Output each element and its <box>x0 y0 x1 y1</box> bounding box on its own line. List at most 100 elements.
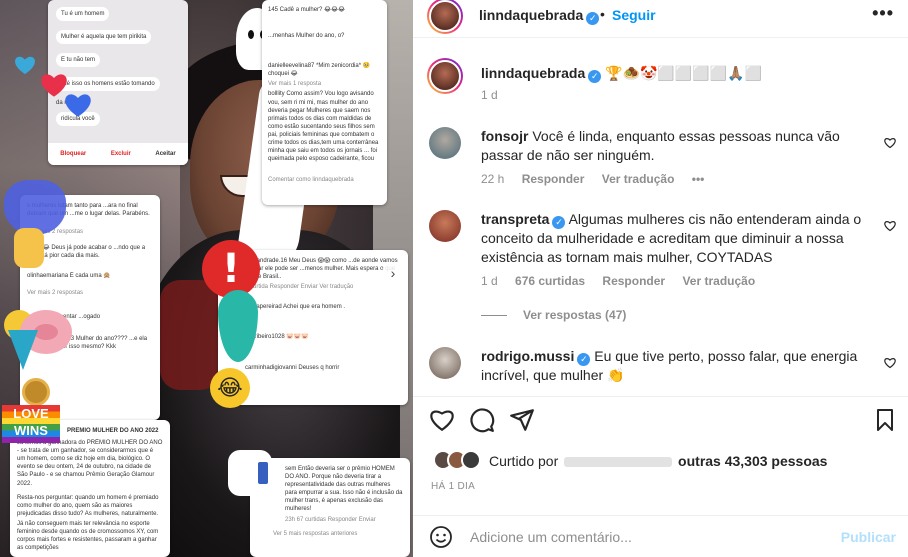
verified-icon: ✓ <box>588 70 602 83</box>
comment-text-row: transpreta ✓ Algumas mulheres cis não ent… <box>481 210 881 267</box>
translate-button[interactable]: Ver tradução <box>682 274 755 288</box>
chat-request-buttons: Bloquear Excluir Aceitar <box>48 143 188 165</box>
comment-text: Você é linda, enquanto essas pessoas nun… <box>481 128 840 163</box>
caption-username-text[interactable]: linndaquebrada <box>481 65 585 81</box>
actions-divider <box>413 396 908 397</box>
post-image[interactable]: Tu é um homem Mulher é aquela que tem pi… <box>0 0 413 557</box>
thumbs-sticker <box>228 450 272 496</box>
commenter-username[interactable]: transpreta <box>481 211 549 227</box>
author-username[interactable]: linndaquebrada ✓ <box>479 7 600 25</box>
header-separator: • <box>600 6 605 22</box>
block-label: Bloquear <box>60 150 87 157</box>
commenter-avatar[interactable] <box>429 210 461 242</box>
publish-button[interactable]: Publicar <box>841 529 896 545</box>
avatar-image <box>429 60 461 92</box>
card-line: carminhadigiovanni Deuses q horrir <box>245 364 340 371</box>
teal-heart-sticker <box>15 56 35 75</box>
comment-time[interactable]: 22 h <box>481 172 504 186</box>
liked-by-avatars <box>433 450 487 472</box>
card-line: 23h 67 curtidas Responder Enviar <box>285 516 376 523</box>
replies-line <box>481 315 507 317</box>
follow-button[interactable]: Seguir <box>612 7 656 23</box>
caption-avatar[interactable] <box>427 58 463 94</box>
blue-hearts-sticker <box>4 180 66 235</box>
screenshot-comments-card: 145 Cadê a mulher? 😂😂😂 ...menhas Mulher … <box>262 0 387 205</box>
liked-by-hidden-name[interactable] <box>564 457 673 467</box>
comment-text-row: fonsojr Você é linda, enquanto essas pes… <box>481 127 881 165</box>
chat-line: Tu é um homem <box>56 7 110 22</box>
view-replies-button[interactable]: Ver respostas (47) <box>481 308 626 322</box>
laugh-emoji-sticker: 😂 <box>210 368 250 408</box>
card-line: ...menhas Mulher do ano, o? <box>268 33 345 40</box>
card-line: bolllity Como assim? Vou logo avisando v… <box>268 91 379 163</box>
screenshot-comments-card: sem Então deveria ser o prêmio HOMEM DO … <box>250 458 410 557</box>
comment-meta: 1 d 676 curtidas Responder Ver tradução <box>481 274 769 288</box>
liked-by-prefix: Curtido por <box>489 453 559 469</box>
liked-by-count[interactable]: outras 43,303 pessoas <box>678 453 827 469</box>
chat-line: Até isso os homens estão tomando <box>56 76 160 91</box>
author-username-text[interactable]: linndaquebrada <box>479 7 583 23</box>
commenter-avatar[interactable] <box>429 127 461 159</box>
card-line: olinhaemariana É cada uma 🙊 <box>27 273 111 280</box>
verified-icon: ✓ <box>577 353 591 366</box>
love-wins-line: WINS <box>14 423 48 438</box>
like-comment-icon[interactable] <box>884 357 896 369</box>
liker-avatar <box>461 450 481 470</box>
commenter-username[interactable]: rodrigo.mussi <box>481 348 574 364</box>
caption-meta: 1 d <box>481 88 512 102</box>
article-paragraph: Já não conseguem mais ter relevância no … <box>17 520 159 552</box>
caption-text-row: linndaquebrada ✓ 🏆🧆🤡⬜⬜⬜⬜🙏🏽⬜ <box>481 64 881 83</box>
share-icon[interactable] <box>509 407 535 433</box>
avatar-image <box>429 0 461 32</box>
blue-heart-sticker <box>65 94 91 117</box>
photo-red-accent <box>160 280 220 390</box>
card-line: Comentar como linndaquebrada <box>268 177 354 184</box>
like-comment-icon[interactable] <box>884 220 896 232</box>
caption-text: 🏆🧆🤡⬜⬜⬜⬜🙏🏽⬜ <box>605 65 763 81</box>
author-avatar[interactable] <box>427 0 463 34</box>
love-wins-sticker: LOVE WINS <box>2 405 60 443</box>
comment-more-icon[interactable]: ••• <box>692 172 705 186</box>
reply-button[interactable]: Responder <box>602 274 665 288</box>
accept-label: Aceitar <box>155 150 176 157</box>
card-line: Ver 5 mais respostas anteriores <box>273 530 358 537</box>
comment-meta: 22 h Responder Ver tradução ••• <box>481 172 718 186</box>
comment-icon[interactable] <box>469 407 495 433</box>
post-timestamp[interactable]: HÁ 1 DIA <box>431 481 475 492</box>
article-paragraph: Resta-nos perguntar: quando um homem é p… <box>17 494 159 517</box>
card-line: danielleevelina87 *Mim zenicordia* 🥺 cho… <box>268 63 371 78</box>
article-paragraph: Já temos a ganhadora do PRÊMIO MULHER DO… <box>17 440 163 487</box>
caption-time[interactable]: 1 d <box>481 88 498 102</box>
screenshot-chat-card: Tu é um homem Mulher é aquela que tem pi… <box>48 0 188 165</box>
comment-input[interactable]: Adicione um comentário... <box>470 529 632 545</box>
chat-line: E tu não tem <box>56 53 101 68</box>
medal-sticker <box>22 378 50 406</box>
comment-likes[interactable]: 676 curtidas <box>515 274 585 288</box>
commenter-username[interactable]: fonsojr <box>481 128 528 144</box>
like-icon[interactable] <box>429 407 455 433</box>
post-sidebar: linndaquebrada ✓ • Seguir ••• linndaquebr… <box>413 0 908 557</box>
delete-label: Excluir <box>110 150 131 157</box>
exclamation-sticker: ! <box>202 240 260 298</box>
view-replies-text[interactable]: Ver respostas (47) <box>523 308 626 322</box>
card-line: Ver mais 2 respostas <box>27 289 84 296</box>
comment-time[interactable]: 1 d <box>481 274 498 288</box>
caption-username[interactable]: linndaquebrada ✓ <box>481 65 602 83</box>
translate-button[interactable]: Ver tradução <box>602 172 675 186</box>
commenter-avatar[interactable] <box>429 347 461 379</box>
save-icon[interactable] <box>873 407 897 433</box>
post-header: linndaquebrada ✓ • Seguir ••• <box>413 0 908 34</box>
card-line: Ver mais 1 resposta <box>268 81 322 88</box>
liked-by: Curtido por outras 43,303 pessoas <box>433 450 893 472</box>
card-line: sem Então deveria ser o prêmio HOMEM DO … <box>285 466 403 513</box>
like-comment-icon[interactable] <box>884 137 896 149</box>
verified-icon: ✓ <box>586 12 600 25</box>
chat-line: Mulher é aquela que tem pirikita <box>56 30 152 45</box>
hand-emoji-sticker <box>14 228 44 268</box>
emoji-icon[interactable] <box>429 525 453 549</box>
next-image-button[interactable]: › <box>382 262 404 284</box>
reply-button[interactable]: Responder <box>522 172 585 186</box>
more-options-icon[interactable]: ••• <box>872 3 894 24</box>
card-line: rre28 😂 Deus já pode acabar o ...ndo que… <box>27 245 146 260</box>
liked-by-text: Curtido por outras 43,303 pessoas <box>489 453 827 469</box>
